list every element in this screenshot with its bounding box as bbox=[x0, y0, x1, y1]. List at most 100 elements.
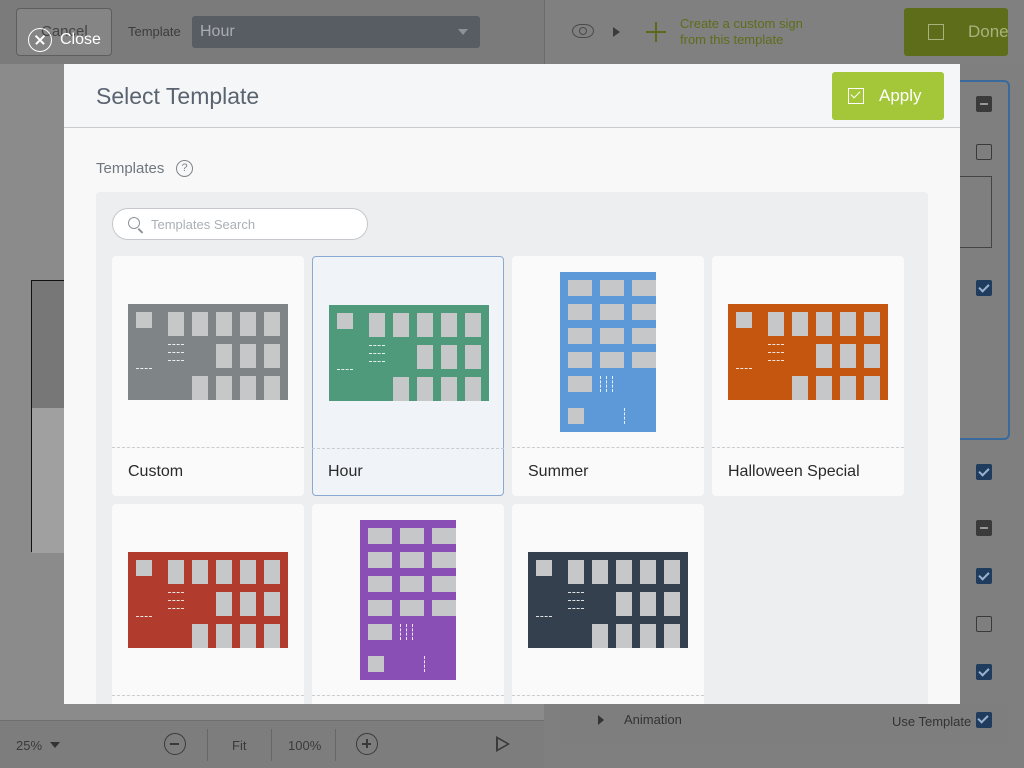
template-card-name: Custom bbox=[128, 463, 184, 480]
apply-label: Apply bbox=[879, 86, 922, 105]
template-card[interactable] bbox=[112, 504, 304, 704]
collapse-checkbox[interactable] bbox=[976, 96, 992, 112]
thumbnail-block bbox=[168, 312, 184, 336]
thumbnail-block bbox=[736, 312, 752, 328]
template-select[interactable]: Hour bbox=[192, 16, 480, 48]
dialog-title: Select Template bbox=[96, 83, 260, 109]
create-custom-line1: Create a custom sign bbox=[680, 16, 803, 31]
dialog-header: Select Template Apply bbox=[64, 64, 960, 128]
thumbnail-dash bbox=[768, 352, 784, 353]
option-checkbox[interactable] bbox=[976, 616, 992, 632]
actual-size-button[interactable]: 100% bbox=[288, 738, 321, 753]
divider bbox=[335, 729, 336, 761]
thumbnail-dash bbox=[568, 608, 584, 609]
thumbnail-block bbox=[216, 344, 232, 368]
template-card-name: Summer bbox=[528, 463, 589, 480]
templates-search-input[interactable] bbox=[151, 215, 351, 233]
thumbnail-block bbox=[368, 600, 392, 616]
zoom-in-icon[interactable] bbox=[356, 733, 378, 755]
thumbnail-dash bbox=[568, 600, 584, 601]
thumbnail-block bbox=[632, 304, 656, 320]
option-checkbox[interactable] bbox=[976, 568, 992, 584]
template-card[interactable]: Hour bbox=[312, 256, 504, 496]
template-card[interactable]: Summer bbox=[512, 256, 704, 496]
card-divider bbox=[312, 448, 504, 449]
thumbnail-block bbox=[400, 528, 424, 544]
option-checkbox[interactable] bbox=[976, 144, 992, 160]
play-icon[interactable] bbox=[613, 27, 620, 37]
fit-button[interactable]: Fit bbox=[232, 738, 246, 753]
thumbnail-block bbox=[632, 352, 656, 368]
templates-section-label: Templates bbox=[96, 160, 165, 177]
thumbnail-dash bbox=[406, 624, 407, 640]
templates-search[interactable] bbox=[112, 208, 368, 240]
done-button[interactable]: Done bbox=[904, 8, 1009, 56]
thumbnail-block bbox=[393, 313, 409, 337]
template-thumbnail bbox=[128, 304, 288, 400]
thumbnail-block bbox=[600, 280, 624, 296]
apply-button[interactable]: Apply bbox=[832, 72, 944, 120]
template-card[interactable] bbox=[312, 504, 504, 704]
thumbnail-block bbox=[432, 576, 456, 592]
play-preview-icon[interactable] bbox=[496, 736, 510, 752]
properties-text-area[interactable] bbox=[960, 176, 992, 248]
thumbnail-block bbox=[240, 344, 256, 368]
close-button[interactable]: Close bbox=[28, 28, 101, 52]
thumbnail-block bbox=[568, 280, 592, 296]
template-thumbnail bbox=[528, 552, 688, 648]
thumbnail-block bbox=[264, 312, 280, 336]
template-label: Template bbox=[128, 24, 181, 39]
thumbnail-block bbox=[840, 344, 856, 368]
thumbnail-block bbox=[568, 376, 592, 392]
thumbnail-block bbox=[592, 624, 608, 648]
use-template-checkbox[interactable] bbox=[976, 712, 992, 728]
thumbnail-block bbox=[393, 377, 409, 401]
thumbnail-dash bbox=[136, 368, 152, 369]
thumbnail-dash bbox=[424, 656, 425, 672]
option-checkbox[interactable] bbox=[976, 664, 992, 680]
plus-icon[interactable] bbox=[646, 22, 666, 42]
template-card-name: Hour bbox=[328, 463, 363, 480]
thumbnail-dash bbox=[168, 352, 184, 353]
thumbnail-dash bbox=[168, 344, 184, 345]
template-card[interactable]: Custom bbox=[112, 256, 304, 496]
checkbox-icon bbox=[928, 24, 944, 40]
create-custom-sign-link[interactable]: Create a custom sign from this template bbox=[680, 16, 803, 48]
eye-icon[interactable] bbox=[572, 24, 594, 38]
help-icon[interactable]: ? bbox=[176, 160, 193, 177]
thumbnail-block bbox=[568, 352, 592, 368]
template-card[interactable]: Halloween Special bbox=[712, 256, 904, 496]
thumbnail-block bbox=[264, 560, 280, 584]
option-checkbox[interactable] bbox=[976, 464, 992, 480]
thumbnail-block bbox=[441, 377, 457, 401]
thumbnail-block bbox=[465, 377, 481, 401]
thumbnail-block bbox=[441, 345, 457, 369]
thumbnail-dash bbox=[168, 608, 184, 609]
thumbnail-block bbox=[368, 656, 384, 672]
thumbnail-block bbox=[192, 560, 208, 584]
collapse-checkbox[interactable] bbox=[976, 520, 992, 536]
template-card[interactable] bbox=[512, 504, 704, 704]
thumbnail-block bbox=[568, 560, 584, 584]
thumbnail-block bbox=[592, 560, 608, 584]
thumbnail-block bbox=[816, 312, 832, 336]
animation-row[interactable]: Animation Use Template bbox=[560, 704, 1008, 744]
thumbnail-block bbox=[568, 328, 592, 344]
thumbnail-block bbox=[240, 592, 256, 616]
thumbnail-dash bbox=[369, 361, 385, 362]
thumbnail-block bbox=[616, 624, 632, 648]
chevron-down-icon[interactable] bbox=[50, 742, 60, 748]
thumbnail-block bbox=[368, 552, 392, 568]
thumbnail-block bbox=[864, 312, 880, 336]
card-divider bbox=[512, 695, 704, 696]
thumbnail-block bbox=[368, 624, 392, 640]
thumbnail-block bbox=[816, 376, 832, 400]
thumbnail-block bbox=[192, 376, 208, 400]
templates-grid: Custom Hour Summer Halloween Special bbox=[96, 192, 928, 704]
option-checkbox[interactable] bbox=[976, 280, 992, 296]
zoom-out-icon[interactable] bbox=[164, 733, 186, 755]
thumbnail-dash bbox=[168, 360, 184, 361]
zoom-level[interactable]: 25% bbox=[16, 738, 42, 753]
card-divider bbox=[312, 695, 504, 696]
animation-label: Animation bbox=[624, 712, 682, 727]
